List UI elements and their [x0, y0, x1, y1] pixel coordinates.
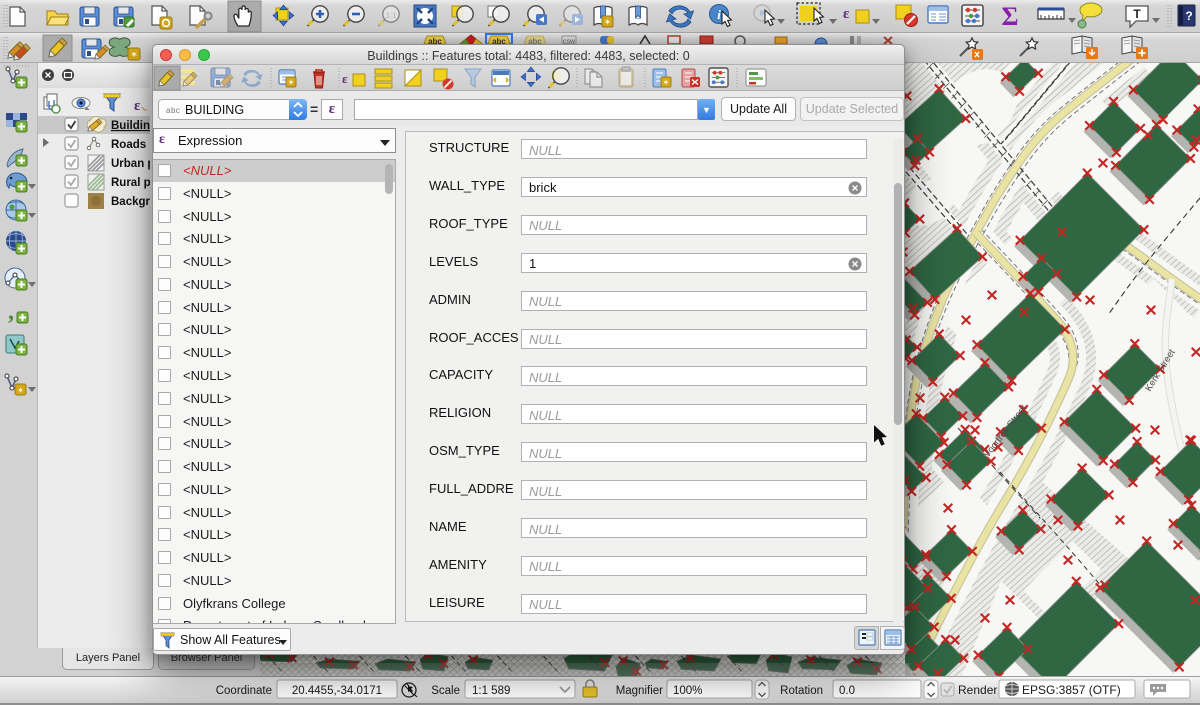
svg-text:✶: ✶: [17, 386, 24, 395]
svg-text:100%: 100%: [673, 685, 702, 697]
svg-text:ε: ε: [843, 6, 850, 22]
svg-text:T: T: [1133, 7, 1141, 21]
svg-text:Buildin: Buildin: [111, 120, 150, 132]
svg-text:EPSG:3857 (OTF): EPSG:3857 (OTF): [1022, 683, 1121, 697]
svg-text:✶: ✶: [130, 50, 138, 60]
svg-text:1:1: 1:1: [386, 11, 396, 20]
svg-text:Render: Render: [958, 683, 997, 697]
svg-text:,: ,: [8, 299, 14, 325]
svg-text:▼: ▼: [702, 105, 711, 115]
svg-text:Scale: Scale: [431, 685, 460, 697]
svg-text:Rotation: Rotation: [780, 685, 823, 697]
svg-text:Magnifier: Magnifier: [616, 685, 663, 697]
svg-text:ε: ε: [342, 71, 348, 86]
svg-text:Rural p: Rural p: [111, 177, 151, 189]
svg-text:✶: ✶: [288, 78, 295, 87]
svg-text:1:1 589: 1:1 589: [472, 685, 510, 697]
svg-text:Σ: Σ: [1002, 2, 1019, 31]
svg-text:Roads: Roads: [111, 139, 146, 151]
svg-text:Backgr: Backgr: [111, 196, 151, 208]
svg-text:0.0: 0.0: [839, 685, 855, 697]
svg-text:20.4455,-34.0171: 20.4455,-34.0171: [292, 685, 382, 697]
svg-text:ε: ε: [134, 98, 141, 114]
svg-text:i: i: [717, 7, 721, 22]
svg-text:✶: ✶: [604, 17, 612, 27]
svg-text:✶: ✶: [663, 78, 670, 87]
svg-text:?: ?: [1185, 9, 1192, 23]
svg-text:Urban p: Urban p: [111, 158, 152, 170]
svg-text:Coordinate: Coordinate: [216, 685, 272, 697]
